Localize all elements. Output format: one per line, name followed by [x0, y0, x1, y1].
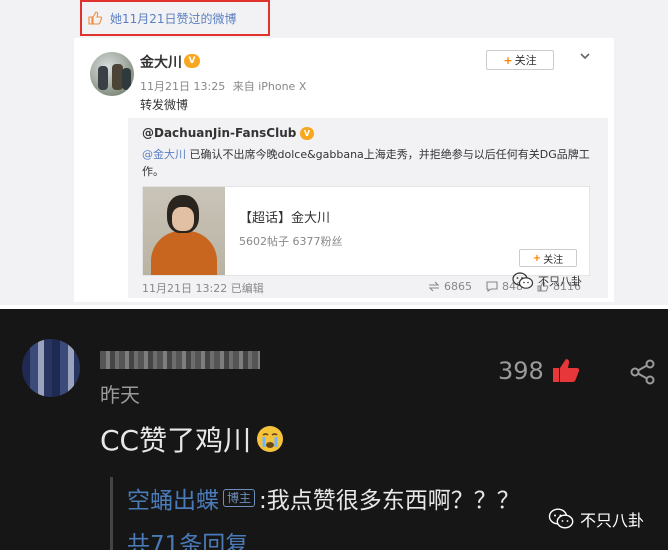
- repost-icon: [428, 281, 440, 292]
- comment-icon: [486, 281, 498, 292]
- post-source: 来自 iPhone X: [232, 80, 307, 93]
- watermark-text: 不只八卦: [538, 275, 582, 288]
- commenter-avatar[interactable]: [22, 339, 80, 397]
- thumbs-up-icon[interactable]: [552, 357, 580, 383]
- plus-icon: +: [532, 252, 542, 264]
- plus-icon: +: [503, 53, 513, 67]
- repost-button[interactable]: 6865: [428, 280, 472, 293]
- thumbs-up-icon: [88, 11, 102, 25]
- topic-image: [143, 187, 225, 275]
- reply-text: :我点赞很多东西啊？？？: [259, 488, 520, 514]
- comment-screenshot: 昨天 398 CC赞了鸡川 空蛹出蝶 博主 :我点赞很多东西啊？？？ 共71条回…: [0, 309, 668, 550]
- topic-card[interactable]: 【超话】金大川 5602帖子 6377粉丝 + 关注: [142, 186, 590, 276]
- topic-follow-button[interactable]: + 关注: [519, 249, 577, 267]
- watermark: 不只八卦: [548, 507, 644, 531]
- wechat-icon: [548, 508, 574, 529]
- liked-bar[interactable]: 她11月21日赞过的微博: [80, 0, 270, 36]
- quoted-body: 已确认不出席今晚dolce&gabbana上海走秀，并拒绝参与以后任何有关DG品…: [142, 148, 590, 178]
- quoted-text: @金大川 已确认不出席今晚dolce&gabbana上海走秀，并拒绝参与以后任何…: [142, 146, 592, 180]
- quoted-time[interactable]: 11月21日 13:22: [142, 282, 227, 295]
- watermark-text: 不只八卦: [580, 511, 645, 530]
- comment-time: 昨天: [100, 383, 140, 407]
- quoted-author[interactable]: @DachuanJin-FansClub: [142, 126, 296, 140]
- avatar[interactable]: [90, 52, 134, 96]
- post-meta: 11月21日 13:25 来自 iPhone X: [140, 78, 310, 94]
- post-time[interactable]: 11月21日 13:25: [140, 80, 225, 93]
- reply-author[interactable]: 空蛹出蝶: [127, 481, 219, 515]
- quoted-post: @DachuanJin-FansClub V @金大川 已确认不出席今晚dolc…: [128, 118, 608, 298]
- follow-label: 关注: [514, 54, 537, 67]
- wechat-icon: [512, 272, 534, 289]
- post-text: 转发微博: [140, 98, 189, 112]
- repost-count: 6865: [444, 280, 472, 293]
- topic-title: 【超话】金大川: [239, 211, 331, 226]
- author-tag-badge: 博主: [223, 489, 256, 507]
- comment-like-count: 398: [498, 357, 544, 385]
- author-name[interactable]: 金大川: [140, 52, 182, 72]
- weibo-screenshot: 她11月21日赞过的微博 金大川 V 11月21日 13:25 来自 iPhon…: [0, 0, 668, 305]
- vip-badge-icon: V: [184, 54, 200, 68]
- watermark: 不只八卦: [512, 272, 582, 290]
- liked-label: 她11月21日赞过的微博: [110, 11, 237, 26]
- quoted-meta: 11月21日 13:22 已编辑: [142, 280, 264, 296]
- chevron-down-icon[interactable]: [579, 50, 591, 62]
- crying-emoji-icon: [257, 426, 284, 452]
- edited-label: 已编辑: [230, 282, 264, 295]
- follow-button[interactable]: + 关注: [486, 50, 554, 70]
- topic-follow-label: 关注: [543, 254, 564, 266]
- weibo-post-card: 金大川 V 11月21日 13:25 来自 iPhone X 转发微博 + 关注…: [74, 38, 614, 302]
- comment-body: CC赞了鸡川: [100, 419, 285, 459]
- mention-link[interactable]: @金大川: [142, 148, 186, 161]
- comment-text: CC赞了鸡川: [100, 424, 252, 457]
- share-icon[interactable]: [630, 359, 656, 385]
- vip-badge-icon: V: [300, 127, 314, 140]
- topic-stats: 5602帖子 6377粉丝: [239, 235, 343, 248]
- commenter-name-blurred[interactable]: [100, 351, 260, 369]
